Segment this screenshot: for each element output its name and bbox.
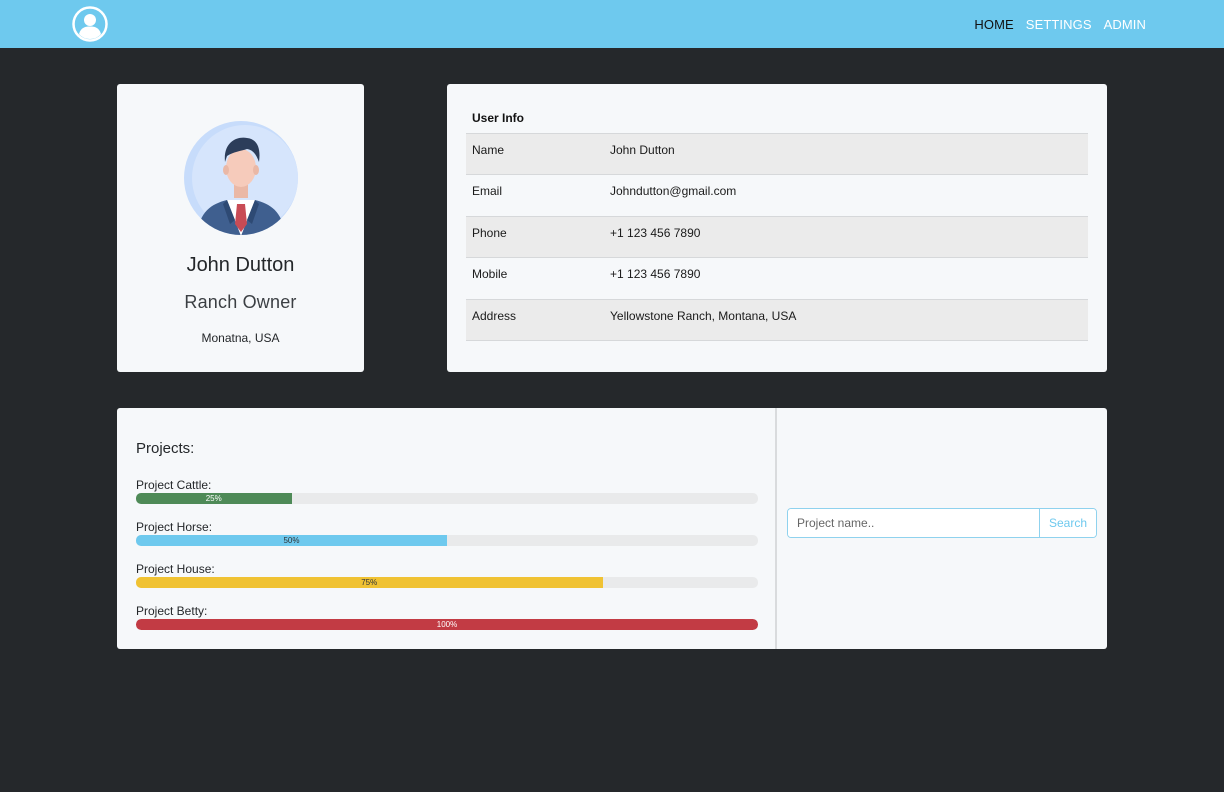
profile-name: John Dutton (186, 254, 295, 276)
project-label: Project House: (136, 562, 215, 576)
table-row: Email Johndutton@gmail.com (466, 175, 1088, 217)
user-circle-icon[interactable] (72, 6, 108, 42)
nav-link-admin[interactable]: ADMIN (1104, 17, 1146, 32)
search-pane: Search (777, 408, 1107, 649)
progress-track: 100% (136, 619, 758, 630)
progress-bar: 25% (136, 493, 292, 504)
user-info-card: User Info Name John Dutton Email Johndut… (447, 84, 1107, 372)
profile-role: Ranch Owner (184, 292, 297, 312)
table-row: Phone +1 123 456 7890 (466, 216, 1088, 259)
project-label: Project Cattle: (136, 478, 212, 492)
user-info-title: User Info (472, 111, 525, 125)
profile-location: Monatna, USA (201, 331, 280, 345)
info-key: Phone (472, 225, 507, 240)
project-search-group: Search (787, 508, 1097, 538)
info-key: Name (472, 143, 505, 157)
project-item: Project Horse: 50% (136, 520, 758, 546)
projects-card: Projects: Project Cattle: 25% Project Ho… (117, 408, 1107, 649)
info-value: Yellowstone Ranch, Montana, USA (610, 308, 797, 323)
project-label: Project Betty: (136, 604, 208, 618)
table-row: Mobile +1 123 456 7890 (466, 258, 1088, 300)
projects-title: Projects: (136, 440, 195, 457)
projects-pane: Projects: Project Cattle: 25% Project Ho… (117, 408, 777, 649)
avatar (184, 121, 298, 235)
user-info-table: Name John Dutton Email Johndutton@gmail.… (466, 133, 1088, 341)
project-search-input[interactable] (788, 509, 1039, 537)
progress-track: 50% (136, 535, 758, 546)
progress-track: 25% (136, 493, 758, 504)
profile-card: John Dutton Ranch Owner Monatna, USA (117, 84, 364, 372)
progress-bar: 50% (136, 535, 447, 546)
table-row: Address Yellowstone Ranch, Montana, USA (466, 299, 1088, 341)
progress-track: 75% (136, 577, 758, 588)
info-value: John Dutton (610, 143, 675, 157)
info-value: +1 123 456 7890 (610, 267, 701, 282)
project-label: Project Horse: (136, 520, 213, 534)
table-row: Name John Dutton (466, 134, 1088, 176)
nav-links: HOME SETTINGS ADMIN (974, 0, 1146, 48)
progress-bar: 100% (136, 619, 758, 630)
info-key: Mobile (472, 267, 508, 282)
project-item: Project Betty: 100% (136, 604, 758, 630)
info-value: +1 123 456 7890 (610, 225, 701, 240)
project-item: Project House: 75% (136, 562, 758, 588)
nav-link-home[interactable]: HOME (974, 17, 1013, 32)
nav-link-settings[interactable]: SETTINGS (1026, 17, 1092, 32)
progress-bar: 75% (136, 577, 603, 588)
info-key: Email (472, 184, 503, 199)
info-key: Address (472, 308, 517, 323)
search-button[interactable]: Search (1039, 509, 1096, 537)
info-value: Johndutton@gmail.com (610, 184, 737, 199)
project-item: Project Cattle: 25% (136, 478, 758, 504)
navbar: HOME SETTINGS ADMIN (0, 0, 1224, 48)
